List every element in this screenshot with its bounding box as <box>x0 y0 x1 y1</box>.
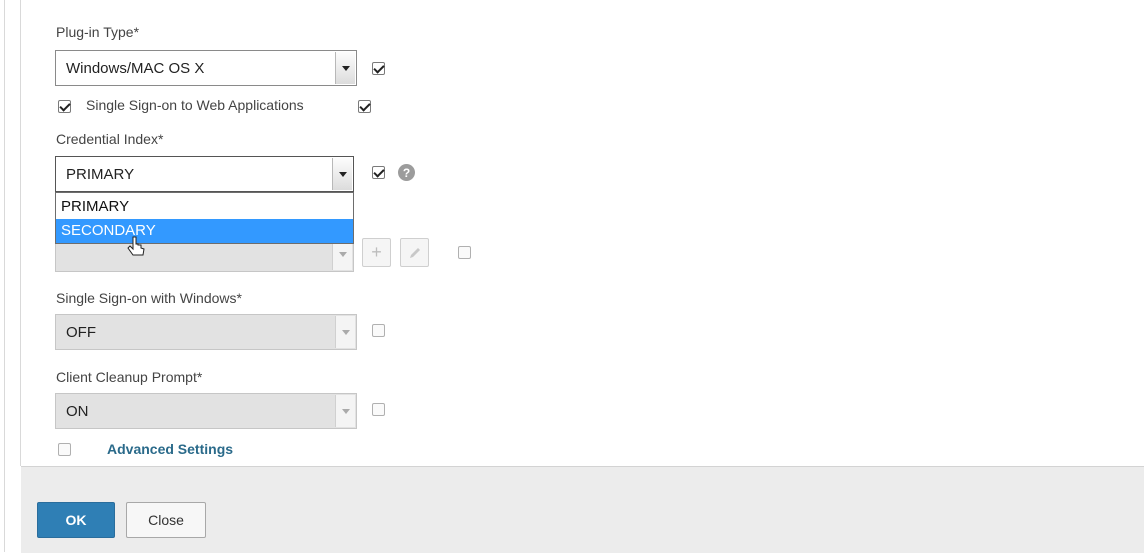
chevron-down-icon[interactable] <box>335 52 355 84</box>
option-primary[interactable]: PRIMARY <box>56 195 353 219</box>
credential-index-value: PRIMARY <box>66 166 135 183</box>
left-border <box>0 0 22 552</box>
help-icon[interactable]: ? <box>398 164 415 181</box>
plugin-type-value: Windows/MAC OS X <box>66 60 205 77</box>
credential-index-select[interactable]: PRIMARY <box>55 156 354 192</box>
add-button[interactable]: + <box>362 238 391 267</box>
chevron-down-icon[interactable] <box>332 158 352 190</box>
client-cleanup-select[interactable]: ON <box>55 393 357 429</box>
credential-index-label: Credential Index* <box>56 131 164 147</box>
sso-windows-label: Single Sign-on with Windows* <box>56 290 242 306</box>
sso-windows-value: OFF <box>66 324 96 341</box>
close-button[interactable]: Close <box>126 502 206 538</box>
client-cleanup-value: ON <box>66 403 89 420</box>
plugin-type-override-checkbox[interactable] <box>372 61 385 75</box>
credential-index-override-checkbox[interactable] <box>372 165 385 179</box>
sso-web-apps-override-checkbox[interactable] <box>358 99 371 113</box>
chevron-down-icon[interactable] <box>335 395 355 427</box>
sso-windows-select[interactable]: OFF <box>55 314 357 350</box>
plugin-type-select[interactable]: Windows/MAC OS X <box>55 50 357 86</box>
sso-windows-override-checkbox[interactable] <box>372 324 385 337</box>
sso-web-apps-label: Single Sign-on to Web Applications <box>86 97 304 113</box>
chevron-down-icon[interactable] <box>335 316 355 348</box>
hidden-field-override-checkbox[interactable] <box>458 246 471 259</box>
client-cleanup-override-checkbox[interactable] <box>372 403 385 416</box>
advanced-settings-checkbox[interactable] <box>58 443 71 456</box>
mouse-cursor-icon <box>127 236 145 256</box>
credential-index-dropdown[interactable]: PRIMARY SECONDARY <box>55 192 354 244</box>
sso-web-apps-checkbox[interactable] <box>58 99 71 113</box>
plugin-type-label: Plug-in Type* <box>56 24 140 40</box>
ok-button[interactable]: OK <box>37 502 115 538</box>
client-cleanup-label: Client Cleanup Prompt* <box>56 369 203 385</box>
edit-button[interactable] <box>400 238 429 267</box>
pencil-icon <box>409 247 420 258</box>
option-secondary[interactable]: SECONDARY <box>56 219 353 243</box>
advanced-settings-link[interactable]: Advanced Settings <box>107 441 233 457</box>
